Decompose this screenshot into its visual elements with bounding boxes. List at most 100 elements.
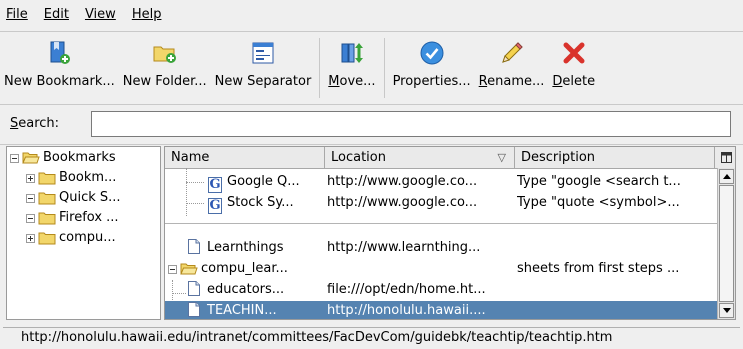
scrollbar-thumb[interactable] — [719, 185, 734, 302]
scroll-down-button[interactable] — [719, 303, 734, 318]
new-folder-button[interactable]: New Folder... — [119, 32, 211, 104]
list-item[interactable]: G Google Q... http://www.google.co... Typ… — [165, 172, 717, 193]
google-bookmark-icon: G — [208, 198, 222, 214]
tree-item[interactable]: Firefox ... — [26, 208, 119, 228]
list-item-selected[interactable]: TEACHIN... http://honolulu.hawaii.... — [165, 301, 717, 319]
delete-icon — [561, 40, 587, 66]
tree-item[interactable]: Quick S... — [26, 188, 121, 208]
page-icon — [188, 302, 200, 317]
list-item-name: Learnthings — [207, 240, 284, 255]
move-label: Move... — [328, 74, 376, 89]
arrow-up-icon — [722, 174, 731, 179]
menu-view[interactable]: View — [77, 0, 124, 30]
toolbar: New Bookmark... New Folder... New Separa… — [0, 31, 743, 105]
tree-item[interactable]: compu... — [26, 228, 116, 248]
menu-help-label: Help — [131, 7, 162, 22]
new-separator-icon — [250, 40, 276, 66]
delete-button[interactable]: Delete — [548, 32, 599, 104]
rename-icon — [499, 40, 525, 66]
list-item-location: http://www.google.co... — [327, 174, 478, 189]
tree-item-label: Quick S... — [59, 190, 121, 205]
column-chooser-icon[interactable] — [718, 147, 735, 168]
list-item[interactable]: G Stock Sy... http://www.google.co... Typ… — [165, 193, 717, 214]
toolbar-separator — [319, 38, 321, 98]
rename-button[interactable]: Rename... — [475, 32, 549, 104]
tree-item[interactable]: Bookm... — [26, 168, 116, 188]
new-bookmark-icon — [46, 40, 72, 66]
list-item-name: Stock Sy... — [227, 195, 294, 210]
search-row: Search: — [0, 104, 743, 145]
tree-item-label: Bookmarks — [43, 150, 116, 165]
menu-edit-label: Edit — [43, 7, 69, 22]
column-description-label: Description — [521, 150, 596, 165]
bookmark-list[interactable]: Name Location ▽ Description G Google Q...… — [164, 146, 736, 320]
move-button[interactable]: Move... — [324, 32, 379, 104]
list-rows: G Google Q... http://www.google.co... Typ… — [165, 168, 717, 319]
column-location-label: Location — [331, 150, 386, 165]
arrow-down-icon — [722, 308, 731, 313]
page-icon — [188, 281, 200, 296]
tree-item-label: Bookm... — [59, 170, 117, 185]
new-folder-icon — [152, 40, 178, 66]
list-item[interactable]: compu_lear... sheets from first steps ..… — [165, 259, 717, 279]
list-item-location: http://www.google.co... — [327, 195, 478, 210]
expand-icon[interactable] — [26, 173, 35, 183]
menu-bar: File Edit View Help — [0, 0, 743, 30]
properties-icon — [419, 40, 445, 66]
list-item[interactable]: educators... file:///opt/edn/home.ht... — [165, 280, 717, 300]
scroll-up-button[interactable] — [719, 169, 734, 184]
properties-button[interactable]: Properties... — [389, 32, 475, 104]
tree-item-label: Firefox ... — [59, 210, 119, 225]
list-item-name: TEACHIN... — [207, 303, 277, 318]
bookmark-separator[interactable] — [165, 223, 717, 224]
page-icon — [188, 239, 200, 254]
status-bar: http://honolulu.hawaii.edu/intranet/comm… — [3, 327, 740, 347]
menu-file[interactable]: File — [0, 0, 36, 30]
list-item-location: http://www.learnthing... — [327, 240, 481, 255]
list-item-description: sheets from first steps ... — [517, 261, 680, 276]
collapse-icon[interactable] — [10, 153, 19, 163]
folder-open-icon — [22, 152, 40, 164]
column-name-label: Name — [171, 150, 210, 165]
column-location[interactable]: Location ▽ — [325, 147, 515, 168]
list-item-description: Type "google <search t... — [517, 174, 681, 189]
menu-edit[interactable]: Edit — [36, 0, 77, 30]
menu-file-label: File — [6, 7, 28, 22]
column-description[interactable]: Description — [515, 147, 715, 168]
rename-label: Rename... — [478, 74, 545, 89]
menu-help[interactable]: Help — [124, 0, 170, 30]
folder-icon — [38, 172, 56, 185]
list-item-name: educators... — [207, 282, 285, 297]
collapse-icon[interactable] — [26, 213, 35, 223]
search-input[interactable] — [91, 111, 731, 137]
expand-icon[interactable] — [26, 233, 35, 243]
sort-indicator-icon: ▽ — [497, 151, 506, 164]
folder-tree[interactable]: Bookmarks Bookm... Quick S... Firefox ..… — [6, 146, 161, 320]
tree-item-bookmarks[interactable]: Bookmarks — [10, 148, 116, 168]
folder-icon — [38, 212, 56, 225]
google-bookmark-icon: G — [208, 177, 222, 193]
menu-view-label: View — [84, 7, 116, 22]
new-separator-label: New Separator — [214, 74, 312, 89]
folder-icon — [38, 192, 56, 205]
column-name[interactable]: Name — [165, 147, 325, 168]
list-item-location: file:///opt/edn/home.ht... — [327, 282, 486, 297]
list-item[interactable]: Learnthings http://www.learnthing... — [165, 238, 717, 258]
collapse-icon[interactable] — [168, 264, 177, 274]
folder-icon — [38, 232, 56, 245]
search-label: Search: — [10, 116, 60, 131]
list-header: Name Location ▽ Description — [165, 147, 735, 169]
list-item-name: compu_lear... — [201, 261, 288, 276]
collapse-icon[interactable] — [26, 193, 35, 203]
new-bookmark-button[interactable]: New Bookmark... — [0, 32, 119, 104]
move-icon — [339, 40, 365, 66]
toolbar-separator — [383, 38, 385, 98]
folder-open-icon — [180, 263, 198, 275]
new-bookmark-label: New Bookmark... — [4, 74, 115, 89]
list-item-location: http://honolulu.hawaii.... — [327, 303, 486, 318]
properties-label: Properties... — [392, 74, 471, 89]
tree-item-label: compu... — [59, 230, 116, 245]
vertical-scrollbar[interactable] — [717, 168, 735, 319]
new-folder-label: New Folder... — [122, 74, 207, 89]
new-separator-button[interactable]: New Separator — [211, 32, 316, 104]
